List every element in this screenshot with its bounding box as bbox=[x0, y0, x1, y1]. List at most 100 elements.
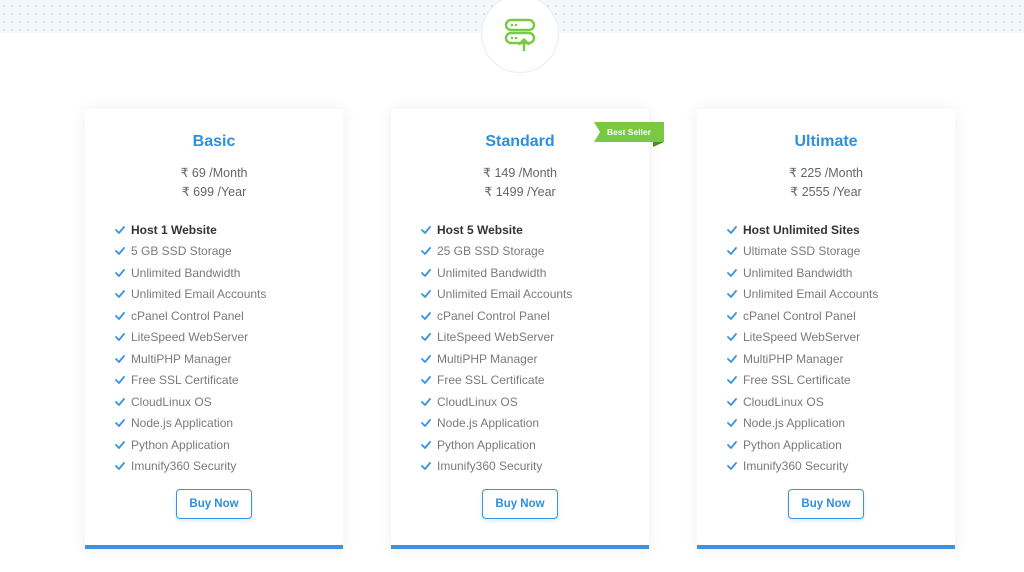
check-icon bbox=[727, 247, 743, 256]
feature-item: Free SSL Certificate bbox=[727, 370, 878, 392]
feature-label: Imunify360 Security bbox=[743, 459, 849, 474]
check-icon bbox=[727, 440, 743, 449]
check-icon bbox=[115, 247, 131, 256]
feature-item: 5 GB SSD Storage bbox=[115, 241, 266, 263]
check-icon bbox=[727, 354, 743, 363]
check-icon bbox=[421, 440, 437, 449]
feature-item: cPanel Control Panel bbox=[115, 305, 266, 327]
feature-item: Imunify360 Security bbox=[727, 456, 878, 478]
feature-item: Node.js Application bbox=[115, 413, 266, 435]
feature-item: Host 5 Website bbox=[421, 219, 572, 241]
feature-item: Ultimate SSD Storage bbox=[727, 241, 878, 263]
feature-label: Imunify360 Security bbox=[131, 459, 237, 474]
feature-label: Host 5 Website bbox=[437, 222, 523, 237]
plan-name: Standard bbox=[485, 133, 555, 150]
check-icon bbox=[727, 311, 743, 320]
feature-label: Imunify360 Security bbox=[437, 459, 543, 474]
check-icon bbox=[115, 225, 131, 234]
feature-item: CloudLinux OS bbox=[727, 391, 878, 413]
check-icon bbox=[421, 354, 437, 363]
check-icon bbox=[421, 311, 437, 320]
price-yearly: ₹ 2555 /Year bbox=[790, 185, 862, 199]
feature-label: Unlimited Email Accounts bbox=[743, 287, 879, 302]
check-icon bbox=[115, 376, 131, 385]
hero-icon-circle bbox=[481, 0, 559, 73]
check-icon bbox=[421, 225, 437, 234]
feature-item: LiteSpeed WebServer bbox=[727, 327, 878, 349]
check-icon bbox=[727, 462, 743, 471]
check-icon bbox=[421, 268, 437, 277]
feature-item: Python Application bbox=[115, 434, 266, 456]
check-icon bbox=[115, 354, 131, 363]
plan-card-basic: Basic ₹ 69 /Month ₹ 699 /Year Host 1 Web… bbox=[85, 109, 343, 549]
plan-card-ultimate: Ultimate ₹ 225 /Month ₹ 2555 /Year Host … bbox=[697, 109, 955, 549]
feature-label: 25 GB SSD Storage bbox=[437, 244, 545, 259]
plan-name: Ultimate bbox=[794, 133, 858, 150]
feature-label: cPanel Control Panel bbox=[437, 308, 550, 323]
feature-label: LiteSpeed WebServer bbox=[131, 330, 249, 345]
feature-item: LiteSpeed WebServer bbox=[115, 327, 266, 349]
check-icon bbox=[115, 397, 131, 406]
check-icon bbox=[421, 397, 437, 406]
feature-item: Unlimited Email Accounts bbox=[421, 284, 572, 306]
feature-item: LiteSpeed WebServer bbox=[421, 327, 572, 349]
buy-now-button[interactable]: Buy Now bbox=[788, 489, 864, 519]
feature-label: Node.js Application bbox=[437, 416, 540, 431]
feature-label: Host 1 Website bbox=[131, 222, 217, 237]
feature-item: MultiPHP Manager bbox=[727, 348, 878, 370]
check-icon bbox=[421, 376, 437, 385]
price-monthly: ₹ 225 /Month bbox=[789, 166, 863, 180]
check-icon bbox=[421, 290, 437, 299]
feature-label: MultiPHP Manager bbox=[131, 351, 232, 366]
feature-label: Free SSL Certificate bbox=[131, 373, 239, 388]
feature-item: CloudLinux OS bbox=[115, 391, 266, 413]
feature-label: MultiPHP Manager bbox=[743, 351, 844, 366]
feature-item: Imunify360 Security bbox=[421, 456, 572, 478]
check-icon bbox=[421, 462, 437, 471]
check-icon bbox=[115, 462, 131, 471]
feature-label: Node.js Application bbox=[131, 416, 234, 431]
check-icon bbox=[727, 419, 743, 428]
feature-label: Python Application bbox=[131, 437, 230, 452]
feature-item: Unlimited Bandwidth bbox=[115, 262, 266, 284]
price-yearly: ₹ 1499 /Year bbox=[484, 185, 556, 199]
badge-fold bbox=[653, 142, 664, 147]
feature-item: MultiPHP Manager bbox=[115, 348, 266, 370]
server-upload-icon bbox=[504, 18, 536, 51]
feature-item: Host 1 Website bbox=[115, 219, 266, 241]
feature-label: Unlimited Bandwidth bbox=[743, 265, 853, 280]
feature-item: Free SSL Certificate bbox=[421, 370, 572, 392]
plan-name: Basic bbox=[192, 133, 236, 150]
feature-label: cPanel Control Panel bbox=[743, 308, 856, 323]
feature-item: Python Application bbox=[727, 434, 878, 456]
feature-label: 5 GB SSD Storage bbox=[131, 244, 232, 259]
buy-now-button[interactable]: Buy Now bbox=[482, 489, 558, 519]
feature-label: LiteSpeed WebServer bbox=[437, 330, 555, 345]
feature-label: Unlimited Email Accounts bbox=[131, 287, 267, 302]
check-icon bbox=[115, 290, 131, 299]
price-yearly: ₹ 699 /Year bbox=[181, 185, 247, 199]
feature-list: Host 1 Website 5 GB SSD Storage Unlimited … bbox=[115, 219, 266, 477]
feature-label: Unlimited Bandwidth bbox=[131, 265, 241, 280]
feature-item: Host Unlimited Sites bbox=[727, 219, 878, 241]
feature-item: Unlimited Bandwidth bbox=[421, 262, 572, 284]
feature-label: MultiPHP Manager bbox=[437, 351, 538, 366]
feature-list: Host Unlimited Sites Ultimate SSD Storage… bbox=[727, 219, 878, 477]
check-icon bbox=[727, 268, 743, 277]
feature-item: CloudLinux OS bbox=[421, 391, 572, 413]
feature-label: Host Unlimited Sites bbox=[743, 222, 860, 237]
check-icon bbox=[115, 268, 131, 277]
plan-card-standard: Best Seller Standard ₹ 149 /Month ₹ 1499… bbox=[391, 109, 664, 549]
check-icon bbox=[727, 225, 743, 234]
feature-label: LiteSpeed WebServer bbox=[743, 330, 861, 345]
check-icon bbox=[727, 333, 743, 342]
buy-now-button[interactable]: Buy Now bbox=[176, 489, 252, 519]
feature-label: Unlimited Email Accounts bbox=[437, 287, 573, 302]
check-icon bbox=[727, 290, 743, 299]
feature-label: Ultimate SSD Storage bbox=[743, 244, 861, 259]
price-monthly: ₹ 69 /Month bbox=[180, 166, 248, 180]
feature-item: cPanel Control Panel bbox=[727, 305, 878, 327]
feature-label: Python Application bbox=[743, 437, 842, 452]
check-icon bbox=[421, 247, 437, 256]
check-icon bbox=[727, 376, 743, 385]
